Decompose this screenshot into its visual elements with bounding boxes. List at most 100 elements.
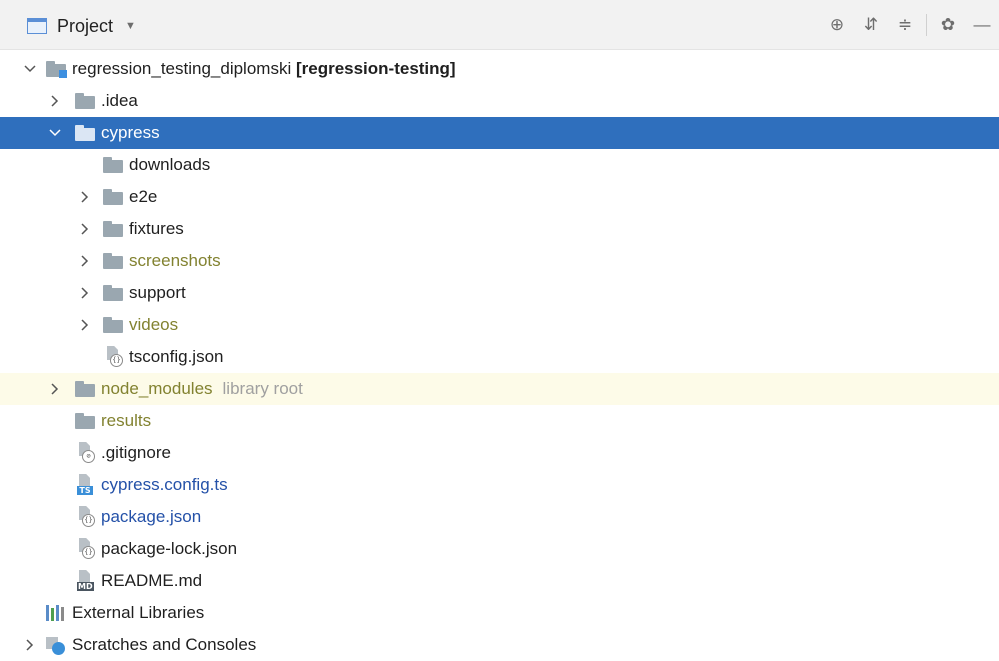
project-view-selector[interactable]: Project ▼ bbox=[27, 14, 136, 38]
tree-item-name: README.md bbox=[101, 571, 203, 590]
tree-row[interactable]: {} tsconfig.json bbox=[0, 341, 999, 373]
tree-item-name: support bbox=[129, 283, 186, 302]
tree-row[interactable]: node_modules library root bbox=[0, 373, 999, 405]
tree-row[interactable]: cypress bbox=[0, 117, 999, 149]
chevron-down-icon[interactable]: ▼ bbox=[125, 20, 136, 32]
folder-icon bbox=[103, 285, 123, 301]
tree-item-label: regression_testing_diplomski [regression… bbox=[72, 53, 456, 85]
tree-row[interactable]: MD README.md bbox=[0, 565, 999, 597]
tree-row[interactable]: {} package-lock.json bbox=[0, 533, 999, 565]
tree-item-name: .idea bbox=[101, 91, 138, 110]
ts-file-icon: TS bbox=[75, 474, 95, 495]
module-name-suffix: [regression-testing] bbox=[291, 59, 456, 78]
tree-item-label: node_modules library root bbox=[101, 373, 303, 405]
tree-item-label: tsconfig.json bbox=[129, 341, 224, 373]
tree-item-label: .idea bbox=[101, 85, 138, 117]
folder-icon bbox=[75, 413, 95, 429]
tree-row[interactable]: ⊘ .gitignore bbox=[0, 437, 999, 469]
tree-item-label: package.json bbox=[101, 501, 201, 533]
chevron-right-icon[interactable] bbox=[77, 213, 93, 245]
project-view-label: Project bbox=[57, 15, 114, 36]
collapse-all-icon[interactable]: ≑ bbox=[888, 12, 922, 38]
tree-item-name: cypress bbox=[101, 123, 160, 142]
tree-item-name: results bbox=[101, 411, 152, 430]
json-file-icon: {} bbox=[75, 538, 95, 559]
external-libraries-icon bbox=[46, 605, 66, 621]
chevron-down-icon[interactable] bbox=[22, 53, 38, 85]
tree-item-label: .gitignore bbox=[101, 437, 171, 469]
chevron-right-icon[interactable] bbox=[47, 373, 63, 405]
tree-item-label: cypress.config.ts bbox=[101, 469, 228, 501]
toolbar-actions: ⊕ ⇵ ≑ ✿ — bbox=[820, 12, 999, 38]
folder-icon bbox=[75, 125, 95, 141]
chevron-right-icon[interactable] bbox=[22, 629, 38, 661]
chevron-right-icon[interactable] bbox=[77, 181, 93, 213]
tree-item-name: .gitignore bbox=[101, 443, 171, 462]
tree-item-label: package-lock.json bbox=[101, 533, 237, 565]
tree-item-label: fixtures bbox=[129, 213, 184, 245]
json-file-icon: {} bbox=[103, 346, 123, 367]
folder-icon bbox=[103, 253, 123, 269]
tree-row[interactable]: screenshots bbox=[0, 245, 999, 277]
tree-row[interactable]: {} package.json bbox=[0, 501, 999, 533]
project-view-icon bbox=[27, 18, 47, 34]
tree-row[interactable]: support bbox=[0, 277, 999, 309]
tree-row[interactable]: downloads bbox=[0, 149, 999, 181]
project-toolbar: Project ▼ ⊕ ⇵ ≑ ✿ — bbox=[0, 0, 999, 50]
module-folder-icon bbox=[46, 61, 67, 78]
tree-row[interactable]: .idea bbox=[0, 85, 999, 117]
tree-item-label: cypress bbox=[101, 117, 160, 149]
tree-item-name: downloads bbox=[129, 155, 211, 174]
tree-item-name: screenshots bbox=[129, 251, 221, 270]
chevron-right-icon[interactable] bbox=[77, 245, 93, 277]
tree-item-name: External Libraries bbox=[72, 603, 205, 622]
hide-panel-icon[interactable]: — bbox=[965, 12, 999, 38]
ignore-file-icon: ⊘ bbox=[75, 442, 95, 463]
folder-icon bbox=[103, 221, 123, 237]
folder-icon bbox=[75, 93, 95, 109]
tree-row[interactable]: Scratches and Consoles bbox=[0, 629, 999, 661]
chevron-right-icon[interactable] bbox=[47, 85, 63, 117]
chevron-right-icon[interactable] bbox=[77, 277, 93, 309]
chevron-down-icon[interactable] bbox=[47, 117, 63, 149]
settings-gear-icon[interactable]: ✿ bbox=[931, 12, 965, 38]
tree-item-name: node_modules bbox=[101, 379, 213, 398]
tree-item-name: fixtures bbox=[129, 219, 184, 238]
tree-item-name: videos bbox=[129, 315, 179, 334]
tree-row[interactable]: results bbox=[0, 405, 999, 437]
tree-item-label: downloads bbox=[129, 149, 210, 181]
tree-item-label: README.md bbox=[101, 565, 202, 597]
tree-item-name: tsconfig.json bbox=[129, 347, 224, 366]
tree-row[interactable]: e2e bbox=[0, 181, 999, 213]
tree-row[interactable]: videos bbox=[0, 309, 999, 341]
chevron-right-icon[interactable] bbox=[77, 309, 93, 341]
md-file-icon: MD bbox=[75, 570, 95, 591]
locate-file-icon[interactable]: ⊕ bbox=[820, 12, 854, 38]
tree-item-name: cypress.config.ts bbox=[101, 475, 228, 494]
folder-icon bbox=[103, 189, 123, 205]
tree-row[interactable]: regression_testing_diplomski [regression… bbox=[0, 53, 999, 85]
tree-item-name: package-lock.json bbox=[101, 539, 238, 558]
tree-item-label: screenshots bbox=[129, 245, 221, 277]
tree-item-label: Scratches and Consoles bbox=[72, 629, 256, 661]
tree-item-label: External Libraries bbox=[72, 597, 204, 629]
expand-all-icon[interactable]: ⇵ bbox=[854, 12, 888, 38]
tree-item-label: e2e bbox=[129, 181, 157, 213]
tree-item-label: support bbox=[129, 277, 186, 309]
tree-item-name: regression_testing_diplomski bbox=[72, 59, 292, 78]
tree-item-label: videos bbox=[129, 309, 178, 341]
scratches-icon bbox=[46, 637, 66, 655]
tree-item-name: Scratches and Consoles bbox=[72, 635, 257, 654]
json-file-icon: {} bbox=[75, 506, 95, 527]
library-root-hint: library root bbox=[222, 379, 303, 398]
tree-row[interactable]: TS cypress.config.ts bbox=[0, 469, 999, 501]
tree-item-name: e2e bbox=[129, 187, 158, 206]
tree-item-label: results bbox=[101, 405, 151, 437]
tree-item-name: package.json bbox=[101, 507, 202, 526]
tree-row[interactable]: fixtures bbox=[0, 213, 999, 245]
folder-icon bbox=[103, 157, 123, 173]
folder-icon bbox=[75, 381, 95, 397]
folder-icon bbox=[103, 317, 123, 333]
tree-row[interactable]: External Libraries bbox=[0, 597, 999, 629]
toolbar-separator bbox=[926, 14, 927, 36]
